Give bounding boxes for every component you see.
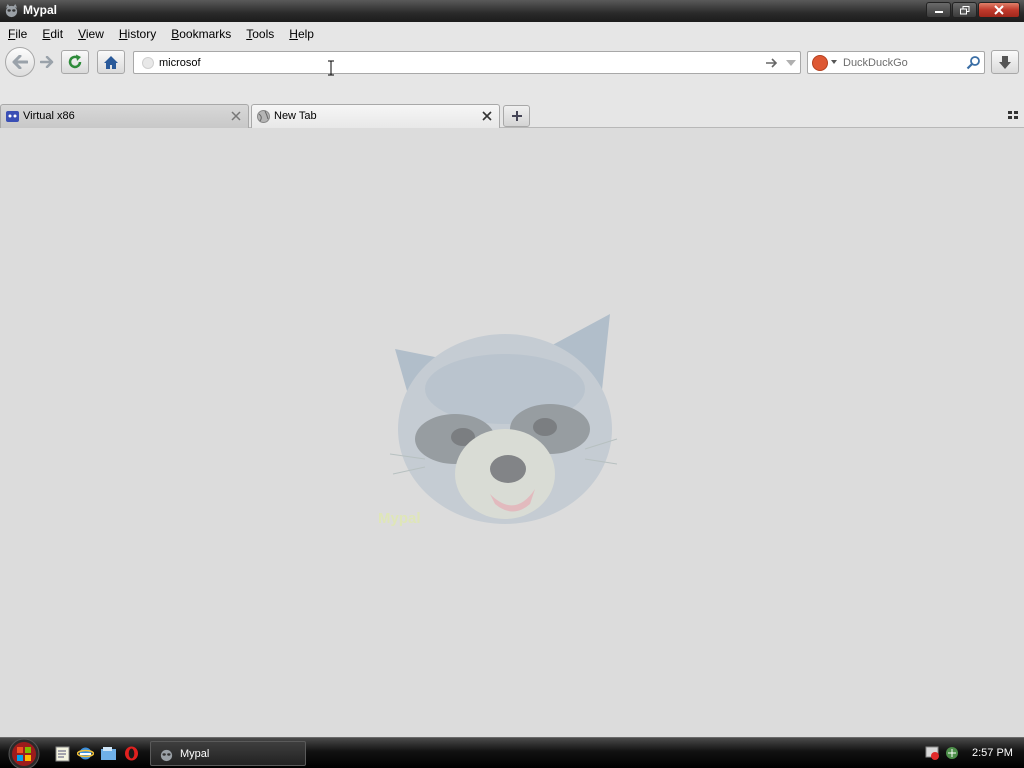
notepad-icon[interactable] bbox=[54, 745, 71, 762]
menu-help[interactable]: Help bbox=[289, 27, 314, 41]
home-button[interactable] bbox=[97, 50, 125, 74]
taskbar-mypal-label: Mypal bbox=[180, 748, 210, 760]
tab-close-icon[interactable] bbox=[230, 110, 242, 122]
menu-view[interactable]: View bbox=[78, 27, 104, 41]
globe-icon bbox=[257, 110, 270, 123]
search-icon[interactable] bbox=[966, 55, 981, 70]
back-button[interactable] bbox=[5, 47, 35, 77]
window-title: Mypal bbox=[23, 3, 58, 17]
virtual-x86-icon bbox=[6, 111, 19, 122]
url-bar[interactable] bbox=[133, 51, 801, 74]
text-cursor-icon bbox=[328, 60, 334, 76]
minimize-button[interactable] bbox=[926, 2, 951, 18]
system-tray-icons[interactable] bbox=[924, 744, 964, 762]
new-tab-page: Mypal bbox=[0, 129, 1024, 737]
site-identity-icon[interactable] bbox=[142, 57, 154, 69]
forward-button[interactable] bbox=[35, 52, 59, 72]
mypal-app-icon bbox=[160, 749, 173, 762]
start-button[interactable] bbox=[3, 738, 45, 768]
internet-explorer-icon[interactable] bbox=[77, 745, 94, 762]
navigation-toolbar bbox=[0, 46, 1024, 80]
window-titlebar[interactable]: Mypal bbox=[0, 0, 1024, 22]
plus-icon bbox=[511, 111, 522, 121]
close-button[interactable] bbox=[978, 2, 1020, 18]
url-history-dropdown-icon[interactable] bbox=[784, 56, 798, 70]
menu-history[interactable]: History bbox=[119, 27, 156, 41]
reload-button[interactable] bbox=[61, 50, 89, 74]
tab-close-icon[interactable] bbox=[481, 110, 493, 122]
mypal-app-icon bbox=[5, 3, 18, 18]
back-arrow-icon bbox=[12, 55, 28, 69]
taskbar-clock[interactable]: 2:57 PM bbox=[972, 747, 1013, 759]
menu-bookmarks[interactable]: Bookmarks bbox=[171, 27, 231, 41]
raccoon-mascot-logo bbox=[389, 314, 618, 524]
menu-tools[interactable]: Tools bbox=[246, 27, 274, 41]
tab-label: Virtual x86 bbox=[23, 110, 75, 122]
forward-arrow-icon bbox=[40, 56, 54, 68]
go-arrow-icon[interactable] bbox=[764, 56, 778, 70]
duckduckgo-icon[interactable] bbox=[812, 55, 828, 71]
explorer-icon[interactable] bbox=[100, 745, 117, 762]
url-input[interactable] bbox=[159, 54, 759, 71]
taskbar: Mypal 2:57 PM bbox=[0, 737, 1024, 768]
search-bar[interactable] bbox=[807, 51, 985, 74]
menu-bar: File Edit View History Bookmarks Tools H… bbox=[0, 22, 1024, 46]
tab-label: New Tab bbox=[274, 110, 317, 122]
home-icon bbox=[104, 55, 118, 69]
download-icon bbox=[999, 55, 1011, 69]
tab-new-tab[interactable]: New Tab bbox=[251, 104, 500, 128]
downloads-button[interactable] bbox=[991, 50, 1019, 74]
menu-file[interactable]: File bbox=[8, 27, 27, 41]
restore-icon bbox=[959, 5, 969, 14]
new-tab-button[interactable] bbox=[503, 105, 530, 127]
mascot-caption: Mypal bbox=[378, 510, 421, 527]
taskbar-mypal-button[interactable]: Mypal bbox=[150, 741, 306, 766]
tab-list-grid-icon[interactable] bbox=[1006, 108, 1020, 122]
minimize-icon bbox=[934, 11, 943, 13]
search-input[interactable] bbox=[843, 54, 963, 71]
opera-icon[interactable] bbox=[123, 745, 140, 762]
tab-virtual-x86[interactable]: Virtual x86 bbox=[0, 104, 249, 128]
restore-button[interactable] bbox=[952, 2, 977, 18]
tab-strip: Virtual x86 New Tab bbox=[0, 80, 1024, 128]
close-icon bbox=[994, 5, 1004, 15]
menu-edit[interactable]: Edit bbox=[42, 27, 63, 41]
reload-icon bbox=[68, 54, 82, 69]
chevron-down-icon[interactable] bbox=[831, 60, 837, 64]
